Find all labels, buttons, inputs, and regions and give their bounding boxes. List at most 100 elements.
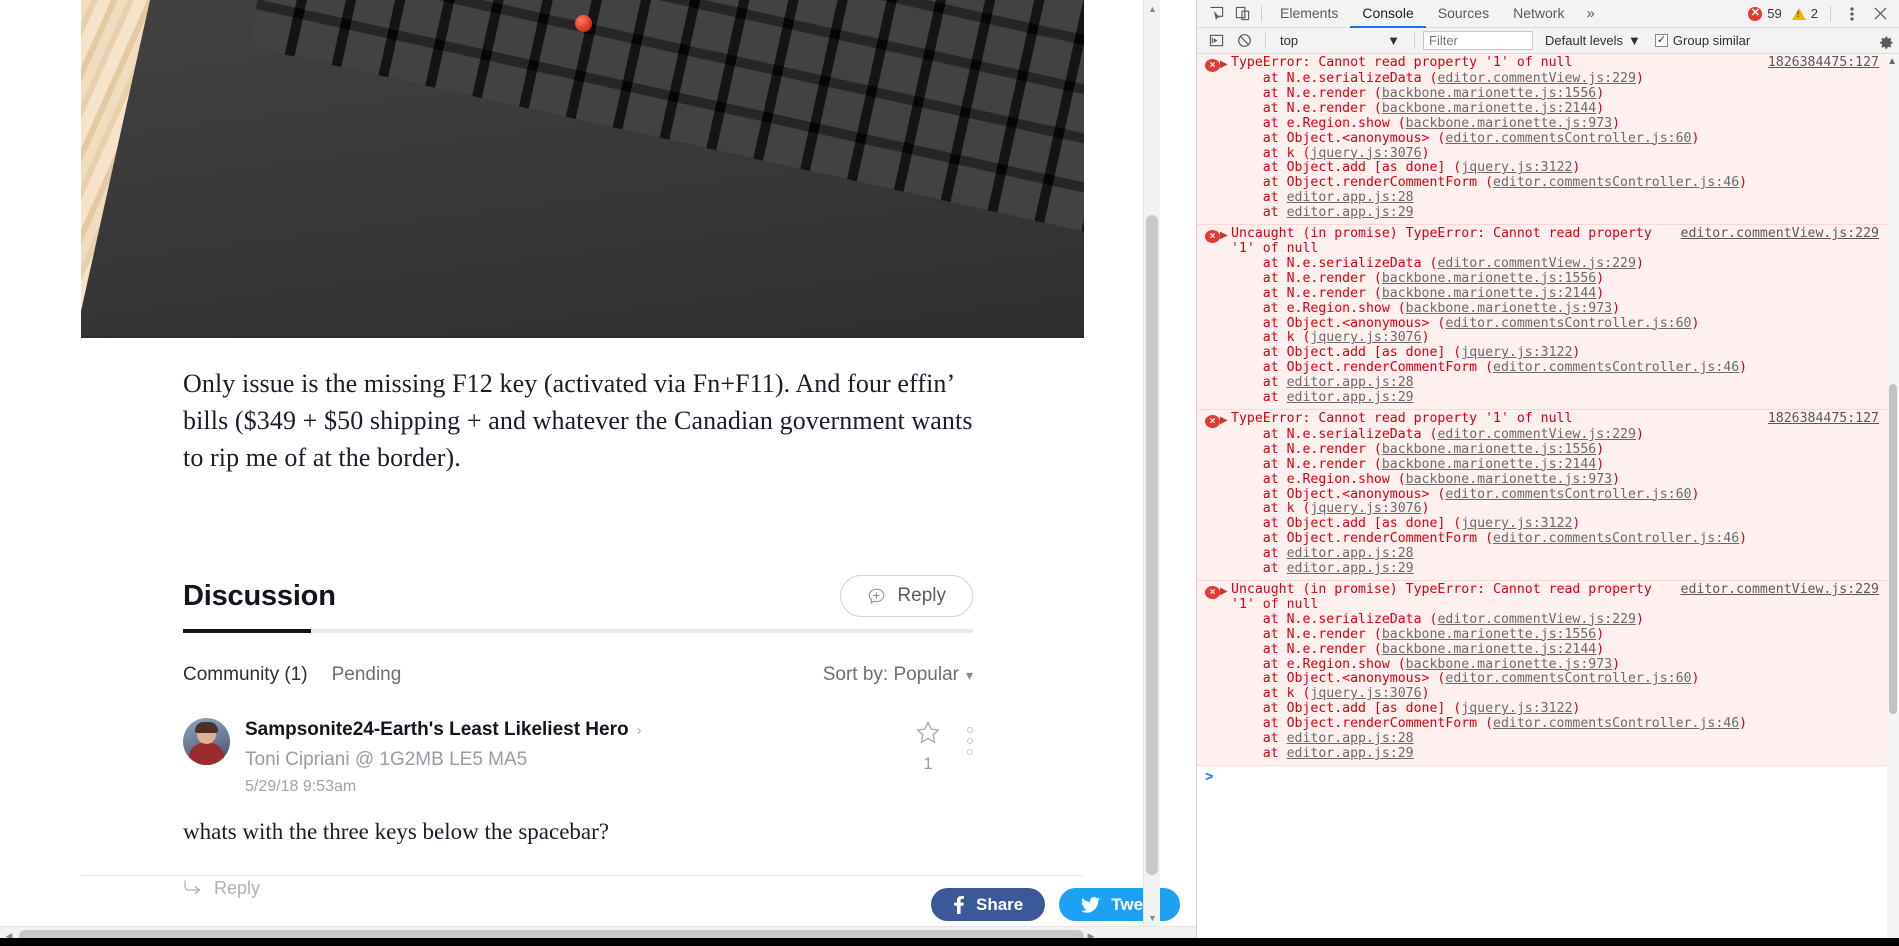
- stack-frame-link[interactable]: backbone.marionette.js:973: [1406, 657, 1612, 672]
- stack-frame-link[interactable]: jquery.js:3076: [1310, 501, 1421, 517]
- avatar[interactable]: [183, 718, 230, 765]
- stack-frame-link[interactable]: editor.commentsController.js:46: [1493, 175, 1739, 190]
- expand-triangle-icon[interactable]: ▶: [1220, 59, 1231, 70]
- console-filter-input[interactable]: [1423, 31, 1533, 50]
- stack-frame-link[interactable]: editor.commentsController.js:46: [1493, 531, 1739, 546]
- tab-console[interactable]: Console: [1350, 0, 1426, 28]
- stack-frame-link[interactable]: editor.app.js:29: [1287, 390, 1414, 405]
- stack-frame-link[interactable]: editor.commentView.js:229: [1437, 612, 1636, 627]
- stack-frame-link[interactable]: editor.commentView.js:229: [1437, 71, 1636, 86]
- stack-frame-link[interactable]: jquery.js:3122: [1461, 345, 1572, 360]
- page-vertical-scroll-thumb[interactable]: [1146, 215, 1158, 875]
- device-toolbar-icon[interactable]: [1229, 2, 1255, 26]
- toolbar-separator: [1414, 32, 1415, 49]
- gear-icon[interactable]: [1873, 29, 1899, 53]
- stack-frame-link[interactable]: jquery.js:3122: [1461, 701, 1572, 716]
- stack-frame-link[interactable]: jquery.js:3122: [1461, 516, 1572, 531]
- stack-frame-link[interactable]: backbone.marionette.js:973: [1406, 301, 1612, 316]
- scroll-down-arrow-icon[interactable]: ▼: [1144, 909, 1161, 926]
- stack-frame-link[interactable]: editor.app.js:28: [1287, 190, 1414, 205]
- more-tabs-icon[interactable]: »: [1576, 5, 1604, 22]
- stack-frame-link[interactable]: editor.app.js:28: [1287, 546, 1414, 561]
- tab-elements[interactable]: Elements: [1268, 0, 1350, 28]
- stack-frame-link[interactable]: backbone.marionette.js:2144: [1382, 101, 1596, 116]
- stack-frame-link[interactable]: backbone.marionette.js:2144: [1382, 457, 1596, 472]
- log-levels-dropdown[interactable]: Default levels ▼: [1545, 33, 1641, 48]
- page-vertical-scrollbar[interactable]: ▲ ▼: [1143, 0, 1160, 926]
- expand-triangle-icon[interactable]: ▶: [1220, 586, 1231, 597]
- console-message-text: Uncaught (in promise) TypeError: Cannot …: [1231, 582, 1660, 612]
- scroll-up-arrow-icon[interactable]: ▲: [1887, 56, 1897, 67]
- console-error-message[interactable]: ▶TypeError: Cannot read property '1' of …: [1197, 409, 1887, 581]
- stack-frame-link[interactable]: backbone.marionette.js:1556: [1382, 627, 1596, 642]
- console-message-area[interactable]: ▶TypeError: Cannot read property '1' of …: [1197, 54, 1899, 946]
- console-message-source-link[interactable]: 1826384475:127: [1768, 411, 1879, 427]
- stack-frame-link[interactable]: editor.commentsController.js:60: [1445, 671, 1691, 686]
- comment-reply-link[interactable]: Reply: [183, 878, 973, 899]
- group-similar-checkbox[interactable]: ✓: [1654, 34, 1668, 47]
- stack-frame-link[interactable]: jquery.js:3076: [1310, 686, 1421, 701]
- tab-pending[interactable]: Pending: [332, 664, 402, 686]
- inspect-element-icon[interactable]: [1203, 2, 1229, 26]
- console-message-source-link[interactable]: 1826384475:127: [1768, 55, 1879, 71]
- stack-frame-link[interactable]: editor.app.js:28: [1287, 375, 1414, 390]
- facebook-share-button[interactable]: Share: [931, 888, 1046, 921]
- stack-frame-link[interactable]: editor.app.js:29: [1287, 746, 1414, 761]
- console-scroll-thumb[interactable]: [1889, 384, 1897, 714]
- stack-frame-link[interactable]: editor.commentView.js:229: [1437, 256, 1636, 271]
- discussion-reply-button[interactable]: Reply: [840, 575, 973, 617]
- stack-frame-link[interactable]: backbone.marionette.js:1556: [1382, 86, 1596, 101]
- tab-community[interactable]: Community (1): [183, 664, 308, 686]
- error-count-badge[interactable]: ✕ 59: [1744, 6, 1785, 21]
- stack-frame: at N.e.render (backbone.marionette.js:15…: [1231, 441, 1605, 457]
- clear-console-icon[interactable]: [1231, 29, 1257, 53]
- expand-triangle-icon[interactable]: ▶: [1220, 230, 1231, 241]
- stack-frame-link[interactable]: backbone.marionette.js:973: [1406, 116, 1612, 131]
- expand-triangle-icon[interactable]: ▶: [1220, 415, 1231, 426]
- stack-frame-link[interactable]: editor.commentsController.js:60: [1445, 131, 1691, 146]
- console-error-message[interactable]: ▶Uncaught (in promise) TypeError: Cannot…: [1197, 225, 1887, 410]
- console-error-message[interactable]: ▶TypeError: Cannot read property '1' of …: [1197, 54, 1887, 226]
- stack-frame-link[interactable]: backbone.marionette.js:2144: [1382, 286, 1596, 301]
- warning-count-badge[interactable]: 2: [1788, 6, 1822, 21]
- stack-frame-link[interactable]: editor.app.js:29: [1287, 205, 1414, 220]
- console-message-source-link[interactable]: editor.commentView.js:229: [1681, 226, 1880, 242]
- stack-frame-link[interactable]: editor.commentView.js:229: [1437, 427, 1636, 442]
- stack-frame-link[interactable]: editor.app.js:28: [1287, 731, 1414, 746]
- stack-frame-link[interactable]: editor.app.js:29: [1287, 561, 1414, 576]
- comment-author[interactable]: Sampsonite24-Earth's Least Likeliest Her…: [245, 719, 629, 741]
- facebook-share-label: Share: [976, 894, 1024, 914]
- comment-star-button[interactable]: 1: [915, 720, 941, 774]
- stack-frame-link[interactable]: editor.commentsController.js:60: [1445, 316, 1691, 331]
- stack-frame-link[interactable]: backbone.marionette.js:2144: [1382, 642, 1596, 657]
- stack-frame-link[interactable]: backbone.marionette.js:1556: [1382, 271, 1596, 286]
- comment-recipient[interactable]: Toni Cipriani @ 1G2MB LE5 MA5: [245, 749, 527, 771]
- stack-frame: at N.e.render (backbone.marionette.js:15…: [1231, 270, 1605, 286]
- stack-frame-link[interactable]: jquery.js:3076: [1310, 330, 1421, 345]
- execution-context-selector[interactable]: top ▼: [1274, 31, 1406, 51]
- stack-frame-link[interactable]: jquery.js:3122: [1461, 160, 1572, 175]
- stack-frame-link[interactable]: backbone.marionette.js:973: [1406, 472, 1612, 487]
- console-error-message[interactable]: ▶Uncaught (in promise) TypeError: Cannot…: [1197, 581, 1887, 766]
- stack-frame-link[interactable]: editor.commentsController.js:60: [1445, 487, 1691, 502]
- stack-frame: at N.e.render (backbone.marionette.js:21…: [1231, 641, 1605, 657]
- console-prompt-row[interactable]: >: [1197, 765, 1887, 787]
- stack-frame-link[interactable]: jquery.js:3076: [1310, 146, 1421, 161]
- tab-network[interactable]: Network: [1501, 0, 1576, 28]
- console-message-source-link[interactable]: editor.commentView.js:229: [1681, 582, 1880, 598]
- stack-frame-link[interactable]: editor.commentsController.js:46: [1493, 360, 1739, 375]
- group-similar-toggle[interactable]: ✓ Group similar: [1654, 33, 1750, 48]
- stack-frame-link[interactable]: editor.commentsController.js:46: [1493, 716, 1739, 731]
- close-icon[interactable]: [1867, 2, 1893, 26]
- tab-sources[interactable]: Sources: [1426, 0, 1501, 28]
- scroll-up-arrow-icon[interactable]: ▲: [1144, 0, 1161, 17]
- stack-frame-link[interactable]: backbone.marionette.js:1556: [1382, 442, 1596, 457]
- sort-by-dropdown[interactable]: Sort by: Popular ▾: [823, 664, 973, 686]
- execute-snippet-icon[interactable]: [1203, 29, 1229, 53]
- twitter-tweet-button[interactable]: Tweet: [1059, 888, 1181, 921]
- console-vertical-scrollbar[interactable]: [1887, 54, 1899, 946]
- kebab-menu-icon[interactable]: [1839, 2, 1865, 26]
- comment-overflow-menu-icon[interactable]: [967, 720, 973, 755]
- warning-icon: [1791, 7, 1806, 20]
- comment-actions: 1: [863, 718, 973, 774]
